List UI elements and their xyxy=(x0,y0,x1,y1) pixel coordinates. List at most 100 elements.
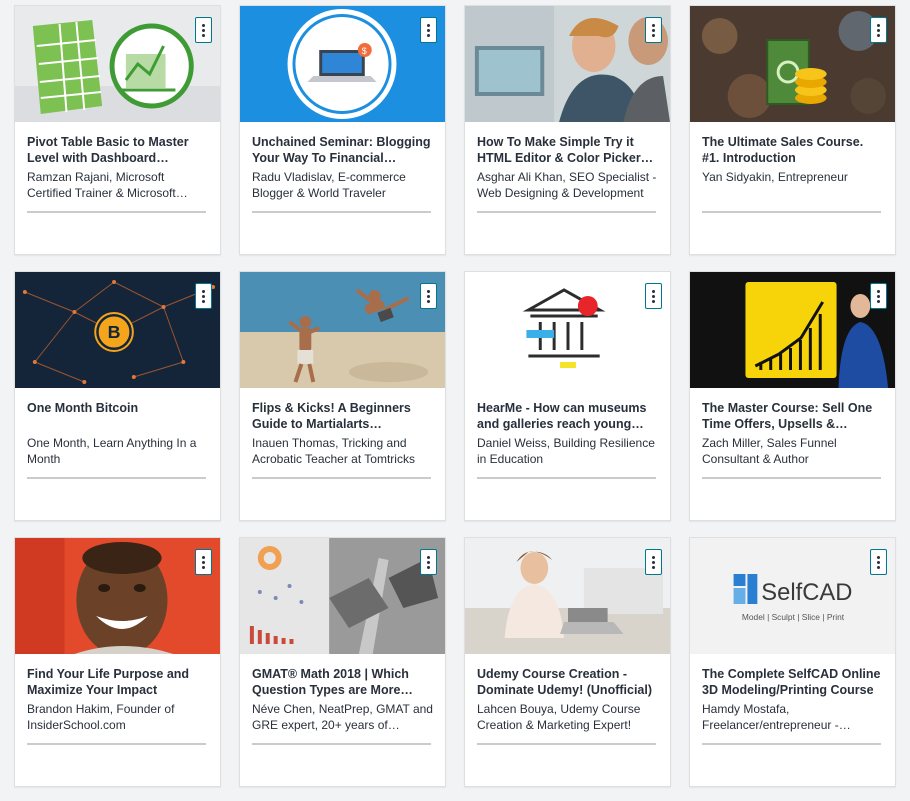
course-menu-button[interactable] xyxy=(645,283,662,309)
people-at-screen-image xyxy=(465,6,670,122)
more-vertical-icon xyxy=(652,555,655,569)
course-author: Lahcen Bouya, Udemy Course Creation & Ma… xyxy=(477,702,641,732)
course-title[interactable]: Flips & Kicks! A Beginners Guide to Mart… xyxy=(252,400,433,432)
course-author: Daniel Weiss, Building Resilience in Edu… xyxy=(477,436,655,466)
selfcad-logo: SelfCAD xyxy=(761,579,852,606)
course-author: Néve Chen, NeatPrep, GMAT and GRE expert… xyxy=(252,702,433,732)
course-menu-button[interactable] xyxy=(870,17,887,43)
course-menu-button[interactable] xyxy=(420,283,437,309)
course-info: GMAT® Math 2018 | Which Question Types a… xyxy=(240,654,445,733)
course-thumbnail[interactable] xyxy=(465,272,670,388)
more-vertical-icon xyxy=(877,289,880,303)
course-title[interactable]: HearMe - How can museums and galleries r… xyxy=(477,400,658,432)
money-crowd-image xyxy=(690,6,895,122)
course-info: Udemy Course Creation - Dominate Udemy! … xyxy=(465,654,670,733)
course-card[interactable]: The Master Course: Sell One Time Offers,… xyxy=(689,271,896,521)
more-vertical-icon xyxy=(202,289,205,303)
course-author: Inauen Thomas, Tricking and Acrobatic Te… xyxy=(252,436,415,466)
course-card[interactable]: The Ultimate Sales Course. #1. Introduct… xyxy=(689,5,896,255)
course-card[interactable]: B One Month Bitcoin One Month, Learn Any… xyxy=(14,271,221,521)
course-card[interactable]: Udemy Course Creation - Dominate Udemy! … xyxy=(464,537,671,787)
course-title[interactable]: One Month Bitcoin xyxy=(27,400,208,432)
course-title[interactable]: The Complete SelfCAD Online 3D Modeling/… xyxy=(702,666,883,698)
sales-growth-image xyxy=(690,272,895,388)
course-menu-button[interactable] xyxy=(870,283,887,309)
course-thumbnail[interactable] xyxy=(240,272,445,388)
course-title[interactable]: How To Make Simple Try it HTML Editor & … xyxy=(477,134,658,166)
course-menu-button[interactable] xyxy=(420,17,437,43)
more-vertical-icon xyxy=(877,23,880,37)
course-info: Find Your Life Purpose and Maximize Your… xyxy=(15,654,220,733)
rating-divider xyxy=(477,211,656,213)
course-author: Hamdy Mostafa, Freelancer/entrepreneur -… xyxy=(702,702,851,732)
course-author: Zach Miller, Sales Funnel Consultant & A… xyxy=(702,436,837,466)
course-menu-button[interactable] xyxy=(870,549,887,575)
course-menu-button[interactable] xyxy=(645,17,662,43)
rating-divider xyxy=(252,743,431,745)
martial-arts-beach-image xyxy=(240,272,445,388)
course-thumbnail[interactable]: B xyxy=(15,272,220,388)
course-author: Yan Sidyakin, Entrepreneur xyxy=(702,170,848,184)
museum-icon-image xyxy=(465,272,670,388)
rating-divider xyxy=(702,743,881,745)
course-card[interactable]: HearMe - How can museums and galleries r… xyxy=(464,271,671,521)
course-info: Unchained Seminar: Blogging Your Way To … xyxy=(240,122,445,201)
course-thumbnail[interactable]: $ xyxy=(240,6,445,122)
rating-divider xyxy=(252,211,431,213)
svg-text:$: $ xyxy=(362,46,367,56)
course-thumbnail[interactable] xyxy=(690,6,895,122)
more-vertical-icon xyxy=(652,289,655,303)
course-card[interactable]: GMAT® Math 2018 | Which Question Types a… xyxy=(239,537,446,787)
course-card[interactable]: Flips & Kicks! A Beginners Guide to Mart… xyxy=(239,271,446,521)
course-info: HearMe - How can museums and galleries r… xyxy=(465,388,670,467)
course-title[interactable]: Find Your Life Purpose and Maximize Your… xyxy=(27,666,208,698)
course-card[interactable]: Pivot Table Basic to Master Level with D… xyxy=(14,5,221,255)
course-menu-button[interactable] xyxy=(420,549,437,575)
course-author: Ramzan Rajani, Microsoft Certified Train… xyxy=(27,170,188,200)
course-title[interactable]: Unchained Seminar: Blogging Your Way To … xyxy=(252,134,433,166)
course-card[interactable]: SelfCAD Model | Sculpt | Slice | Print T… xyxy=(689,537,896,787)
course-thumbnail[interactable] xyxy=(15,538,220,654)
course-thumbnail[interactable] xyxy=(465,6,670,122)
course-title[interactable]: GMAT® Math 2018 | Which Question Types a… xyxy=(252,666,433,698)
course-card[interactable]: Find Your Life Purpose and Maximize Your… xyxy=(14,537,221,787)
course-menu-button[interactable] xyxy=(645,549,662,575)
more-vertical-icon xyxy=(202,555,205,569)
course-thumbnail[interactable] xyxy=(465,538,670,654)
course-info: How To Make Simple Try it HTML Editor & … xyxy=(465,122,670,201)
bitcoin-icon: B xyxy=(108,322,121,342)
course-grid: Pivot Table Basic to Master Level with D… xyxy=(14,5,897,787)
course-menu-button[interactable] xyxy=(195,549,212,575)
course-thumbnail[interactable] xyxy=(15,6,220,122)
course-title[interactable]: The Ultimate Sales Course. #1. Introduct… xyxy=(702,134,883,166)
course-info: The Ultimate Sales Course. #1. Introduct… xyxy=(690,122,895,201)
course-thumbnail[interactable] xyxy=(240,538,445,654)
more-vertical-icon xyxy=(427,555,430,569)
course-card[interactable]: How To Make Simple Try it HTML Editor & … xyxy=(464,5,671,255)
laptop-blogging-image: $ xyxy=(240,6,445,122)
course-title[interactable]: Udemy Course Creation - Dominate Udemy! … xyxy=(477,666,658,698)
more-vertical-icon xyxy=(877,555,880,569)
course-menu-button[interactable] xyxy=(195,17,212,43)
spreadsheet-chart-image xyxy=(15,6,220,122)
course-thumbnail[interactable]: SelfCAD Model | Sculpt | Slice | Print xyxy=(690,538,895,654)
more-vertical-icon xyxy=(427,289,430,303)
course-info: Pivot Table Basic to Master Level with D… xyxy=(15,122,220,201)
course-info: Flips & Kicks! A Beginners Guide to Mart… xyxy=(240,388,445,467)
course-thumbnail[interactable] xyxy=(690,272,895,388)
course-title[interactable]: The Master Course: Sell One Time Offers,… xyxy=(702,400,883,432)
rating-divider xyxy=(27,743,206,745)
rating-divider xyxy=(27,477,206,479)
rating-divider xyxy=(477,743,656,745)
course-card[interactable]: $ Unchained Seminar: Blogging Your Way T… xyxy=(239,5,446,255)
course-menu-button[interactable] xyxy=(195,283,212,309)
course-author: One Month, Learn Anything In a Month xyxy=(27,436,197,466)
course-info: The Complete SelfCAD Online 3D Modeling/… xyxy=(690,654,895,733)
smiling-man-image xyxy=(15,538,220,654)
bitcoin-network-image: B xyxy=(15,272,220,388)
course-info: The Master Course: Sell One Time Offers,… xyxy=(690,388,895,467)
more-vertical-icon xyxy=(202,23,205,37)
course-author: Asghar Ali Khan, SEO Specialist - Web De… xyxy=(477,170,657,200)
course-title[interactable]: Pivot Table Basic to Master Level with D… xyxy=(27,134,208,166)
more-vertical-icon xyxy=(652,23,655,37)
